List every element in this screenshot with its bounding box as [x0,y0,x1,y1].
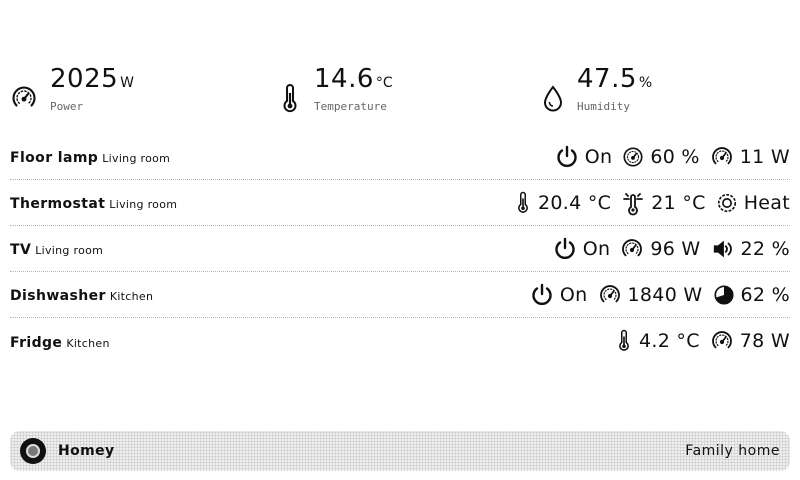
volume-icon [713,240,732,257]
power-icon [557,145,577,167]
device-list: Floor lamp Living room On 60 % 11 W Ther… [10,134,790,364]
capability-measure-temperature: 4.2 °C [615,328,700,354]
gauge-icon [711,331,732,349]
device-name: TV [10,242,32,258]
capability-onoff[interactable]: On [530,283,588,307]
capability-power: 78 W [710,329,790,353]
power-label: Power [50,100,84,113]
thermometer-icon [619,329,629,351]
capability-measure-temperature: 20.4 °C [514,190,611,216]
capability-value: 78 W [739,330,790,352]
device-room: Kitchen [109,290,154,303]
capability-value: 4.2 °C [638,330,700,352]
capability-value: 60 % [650,145,700,168]
capability-thermostat-mode[interactable]: Heat [716,192,790,214]
capability-onoff[interactable]: On [555,145,613,169]
capability-value: 20.4 °C [538,191,612,214]
capability-volume[interactable]: 22 % [711,238,790,260]
capability-value: On [584,145,613,168]
capability-power: 11 W [710,145,790,169]
gauge-icon [622,238,643,256]
power-unit: W [120,75,135,91]
target-temperature-icon [623,192,644,215]
capability-power: 96 W [620,237,700,261]
device-name: Fridge [10,334,63,351]
gauge-icon [599,284,620,302]
temperature-unit: °C [375,75,393,91]
capability-value: On [559,283,588,306]
device-room: Living room [109,198,178,211]
heat-mode-icon [717,193,736,212]
device-room: Living room [102,152,171,165]
gauge-icon [10,84,38,116]
power-icon [532,283,552,305]
power-value: 2025 [50,64,119,94]
temperature-value: 14.6 [314,64,374,94]
capability-value: 11 W [739,145,790,168]
footer-bar[interactable]: Homey Family home [10,431,790,471]
thermometer-icon [518,191,528,213]
droplet-icon [540,84,566,116]
homey-logo-icon [20,438,46,464]
progress-pie-icon [713,284,734,305]
capability-value: On [582,237,611,260]
capability-value: 21 °C [651,191,706,214]
device-name: Thermostat [10,196,106,212]
capability-target-temperature[interactable]: 21 °C [621,190,705,216]
summary-stats: 2025 W Power 14.6 °C Temperature 47.5 % … [10,60,790,120]
device-name: Floor lamp [10,150,99,166]
dim-icon [623,146,643,167]
brand-name: Homey [58,443,115,459]
capability-value: 96 W [650,237,701,260]
capability-value: 22 % [740,237,790,260]
power-icon [555,237,575,259]
humidity-label: Humidity [577,100,630,113]
capability-power: 1840 W [598,283,703,307]
gauge-icon [711,146,732,164]
device-room: Living room [35,244,104,257]
device-row-fridge[interactable]: Fridge Kitchen 4.2 °C 78 W [10,318,790,364]
device-row-tv[interactable]: TV Living room On 96 W 22 % [10,226,790,272]
device-room: Kitchen [66,336,110,350]
device-row-floor-lamp[interactable]: Floor lamp Living room On 60 % 11 W [10,134,790,180]
device-row-thermostat[interactable]: Thermostat Living room 20.4 °C 21 °C Heat [10,180,790,226]
capability-value: 1840 W [627,283,703,306]
device-row-dishwasher[interactable]: Dishwasher Kitchen On 1840 W 62 % [10,272,790,318]
capability-value: Heat [743,191,790,214]
humidity-unit: % [638,75,653,91]
capability-onoff[interactable]: On [553,237,611,261]
capability-progress: 62 % [713,284,790,306]
home-name[interactable]: Family home [685,443,780,459]
thermometer-icon [278,84,302,118]
capability-dim[interactable]: 60 % [622,146,699,168]
dashboard: 2025 W Power 14.6 °C Temperature 47.5 % … [0,0,800,480]
capability-value: 62 % [740,283,790,306]
humidity-value: 47.5 [577,64,637,94]
temperature-label: Temperature [314,100,387,113]
device-name: Dishwasher [10,288,106,304]
